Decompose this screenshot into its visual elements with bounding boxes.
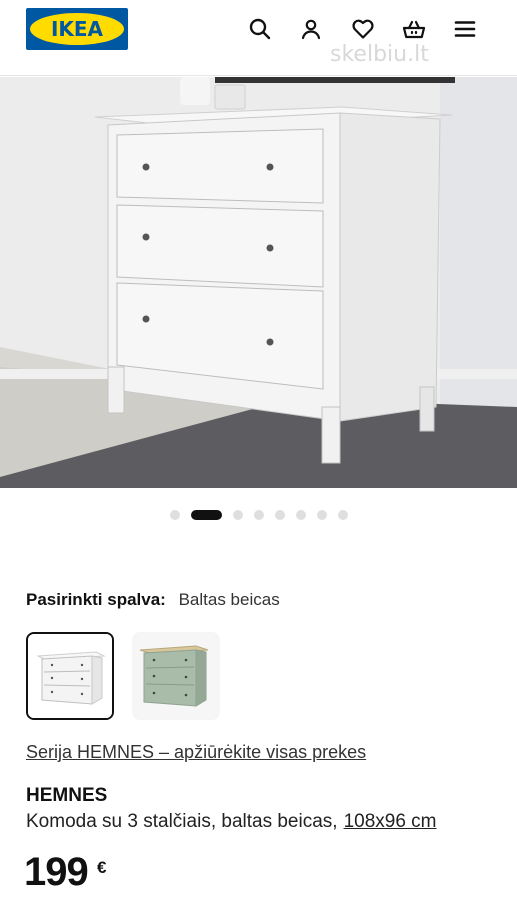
ikea-logo[interactable]: IKEA	[26, 8, 128, 50]
swatch-white[interactable]	[26, 632, 114, 720]
product-description: Komoda su 3 stalčiais, baltas beicas, 108…	[26, 811, 437, 833]
swatch-green[interactable]	[132, 632, 220, 720]
logo-text: IKEA	[50, 17, 104, 41]
logo-oval: IKEA	[30, 13, 124, 45]
carousel-dot[interactable]	[232, 510, 243, 520]
carousel-dot-active[interactable]	[190, 510, 222, 520]
color-value: Baltas beicas	[178, 590, 280, 609]
color-label: Pasirinkti spalva:	[26, 590, 166, 609]
description-text: Komoda su 3 stalčiais, baltas beicas,	[26, 811, 338, 832]
basket-icon[interactable]	[399, 14, 429, 44]
product-name: HEMNES	[26, 785, 108, 806]
carousel-dot[interactable]	[169, 510, 180, 520]
carousel-dot[interactable]	[337, 510, 348, 520]
color-selector: Pasirinkti spalva: Baltas beicas	[26, 590, 280, 610]
size-link[interactable]: 108x96 cm	[344, 811, 437, 832]
product-image[interactable]	[0, 77, 517, 488]
carousel-dot[interactable]	[295, 510, 306, 520]
search-icon[interactable]	[245, 14, 275, 44]
dresser-illustration	[0, 77, 517, 488]
carousel-dot[interactable]	[274, 510, 285, 520]
carousel-dots	[0, 508, 517, 522]
price-currency: €	[97, 858, 107, 877]
watermark-text: skelbiu.lt	[330, 42, 429, 67]
menu-icon[interactable]	[450, 14, 480, 44]
white-dresser-thumbnail	[28, 634, 112, 718]
user-icon[interactable]	[296, 14, 326, 44]
price-value: 199	[24, 850, 89, 894]
series-link[interactable]: Serija HEMNES – apžiūrėkite visas prekes	[26, 742, 366, 763]
green-dresser-thumbnail	[132, 632, 220, 720]
carousel-dot[interactable]	[253, 510, 264, 520]
carousel-dot[interactable]	[316, 510, 327, 520]
heart-icon[interactable]	[348, 14, 378, 44]
site-header: IKEA skelbiu.lt	[0, 0, 517, 76]
